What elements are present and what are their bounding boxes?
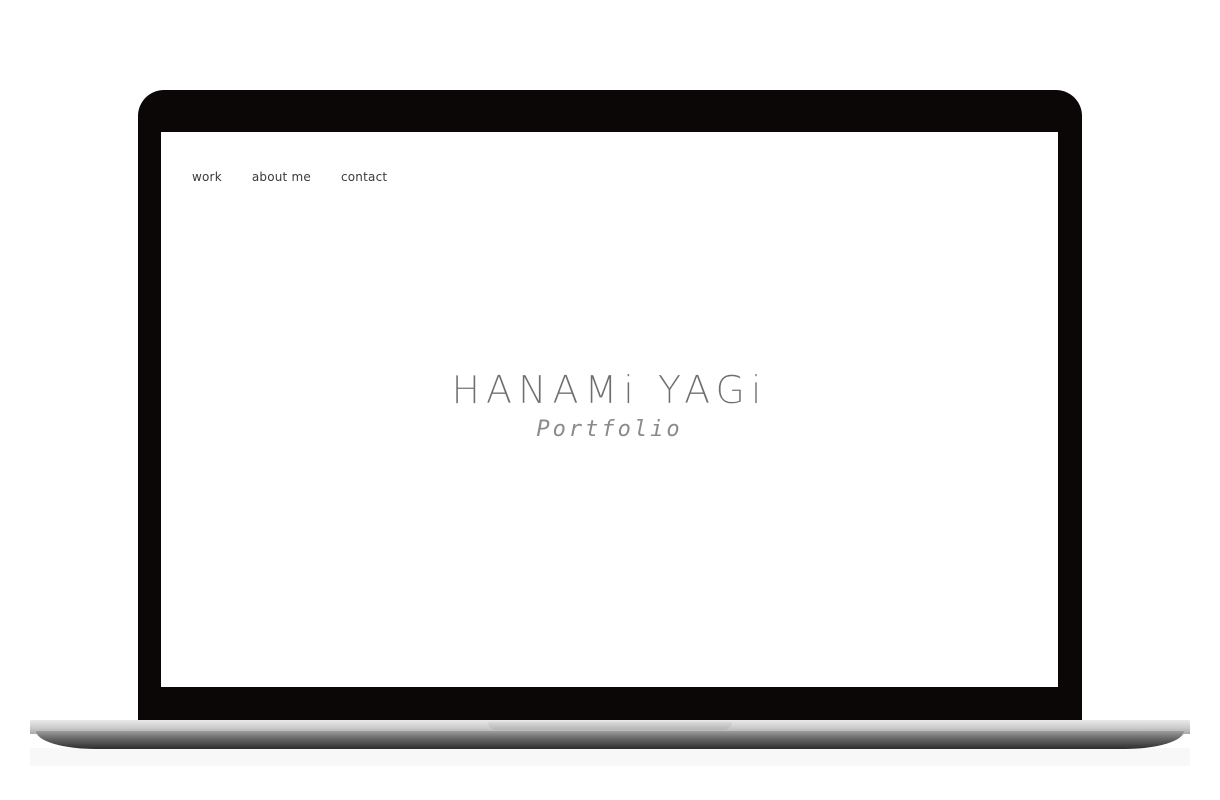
laptop-screen: work about me contact HANAMi YAGi Portfo… <box>161 132 1058 687</box>
nav-link-contact[interactable]: contact <box>341 170 387 184</box>
hero-title: HANAMi YAGi <box>451 368 768 412</box>
laptop-shadow <box>30 748 1190 766</box>
hero-subtitle: Portfolio <box>536 417 683 442</box>
laptop-base-bottom <box>36 731 1184 749</box>
main-nav: work about me contact <box>192 170 387 184</box>
hero: HANAMi YAGi Portfolio <box>161 364 1058 444</box>
nav-link-about-me[interactable]: about me <box>252 170 311 184</box>
laptop-opening-notch <box>488 722 732 730</box>
nav-link-work[interactable]: work <box>192 170 222 184</box>
